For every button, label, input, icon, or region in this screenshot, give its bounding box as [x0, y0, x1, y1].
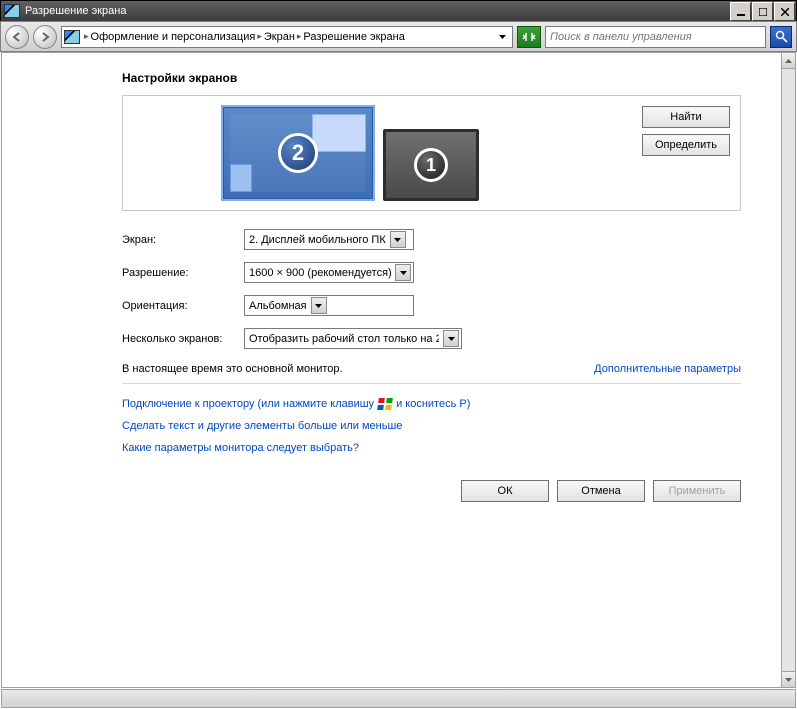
app-icon [4, 4, 20, 18]
monitor-number: 2 [278, 133, 318, 173]
detect-button[interactable]: Найти [642, 106, 730, 128]
page-title: Настройки экранов [122, 71, 741, 85]
primary-monitor-text: В настоящее время это основной монитор. [122, 363, 343, 375]
select-value: 2. Дисплей мобильного ПК [249, 234, 386, 246]
search-input[interactable] [546, 27, 765, 47]
breadcrumb-item[interactable]: Оформление и персонализация [91, 31, 256, 43]
minimize-button[interactable] [730, 2, 751, 21]
multiple-displays-label: Несколько экранов: [122, 333, 244, 345]
cancel-button[interactable]: Отмена [557, 480, 645, 502]
display-select[interactable]: 2. Дисплей мобильного ПК [244, 229, 414, 250]
chevron-right-icon: ▸ [255, 31, 264, 42]
select-value: Отобразить рабочий стол только на 2 [249, 333, 439, 345]
search-box [545, 26, 766, 48]
chevron-right-icon: ▸ [295, 31, 304, 42]
back-button[interactable] [5, 25, 29, 49]
scroll-down-icon[interactable] [782, 671, 795, 687]
status-bar [1, 689, 796, 708]
apply-button[interactable]: Применить [653, 480, 741, 502]
identify-button[interactable]: Определить [642, 134, 730, 156]
window-titlebar: Разрешение экрана [0, 0, 797, 21]
chevron-down-icon [443, 330, 459, 347]
projector-link[interactable]: Подключение к проектору (или нажмите кла… [122, 398, 374, 410]
select-value: 1600 × 900 (рекомендуется) [249, 267, 391, 279]
vertical-scrollbar[interactable] [782, 52, 796, 688]
monitor-number: 1 [414, 148, 448, 182]
chevron-down-icon [395, 264, 411, 281]
monitor-2[interactable]: 2 [221, 105, 375, 201]
monitor-1[interactable]: 1 [383, 129, 479, 201]
breadcrumb-item[interactable]: Экран [264, 31, 295, 43]
refresh-button[interactable] [517, 26, 541, 48]
select-value: Альбомная [249, 300, 307, 312]
search-button[interactable] [770, 26, 792, 48]
orientation-label: Ориентация: [122, 300, 244, 312]
text-size-link[interactable]: Сделать текст и другие элементы больше и… [122, 420, 402, 432]
window-title: Разрешение экрана [23, 5, 730, 17]
multiple-displays-select[interactable]: Отобразить рабочий стол только на 2 [244, 328, 462, 349]
which-settings-link[interactable]: Какие параметры монитора следует выбрать… [122, 442, 359, 454]
control-panel-icon [64, 30, 80, 44]
scroll-up-icon[interactable] [782, 53, 795, 69]
windows-key-icon [378, 398, 392, 410]
advanced-settings-link[interactable]: Дополнительные параметры [594, 363, 741, 375]
chevron-down-icon [390, 231, 406, 248]
content-area: Настройки экранов 2 1 Найти Определить [1, 52, 782, 688]
separator [122, 383, 741, 384]
resolution-label: Разрешение: [122, 267, 244, 279]
projector-link-suffix[interactable]: и коснитесь P) [396, 398, 470, 410]
chevron-down-icon [311, 297, 327, 314]
resolution-select[interactable]: 1600 × 900 (рекомендуется) [244, 262, 414, 283]
orientation-select[interactable]: Альбомная [244, 295, 414, 316]
breadcrumb-item[interactable]: Разрешение экрана [303, 31, 404, 43]
maximize-button[interactable] [752, 2, 773, 21]
breadcrumb[interactable]: ▸ Оформление и персонализация ▸ Экран ▸ … [61, 26, 513, 48]
ok-button[interactable]: ОК [461, 480, 549, 502]
forward-button[interactable] [33, 25, 57, 49]
close-button[interactable] [774, 2, 795, 21]
navigation-bar: ▸ Оформление и персонализация ▸ Экран ▸ … [0, 21, 797, 52]
breadcrumb-dropdown[interactable] [494, 27, 510, 47]
display-label: Экран: [122, 234, 244, 246]
window-controls [730, 1, 796, 21]
monitors-panel: 2 1 Найти Определить [122, 95, 741, 211]
chevron-right-icon: ▸ [82, 31, 91, 42]
